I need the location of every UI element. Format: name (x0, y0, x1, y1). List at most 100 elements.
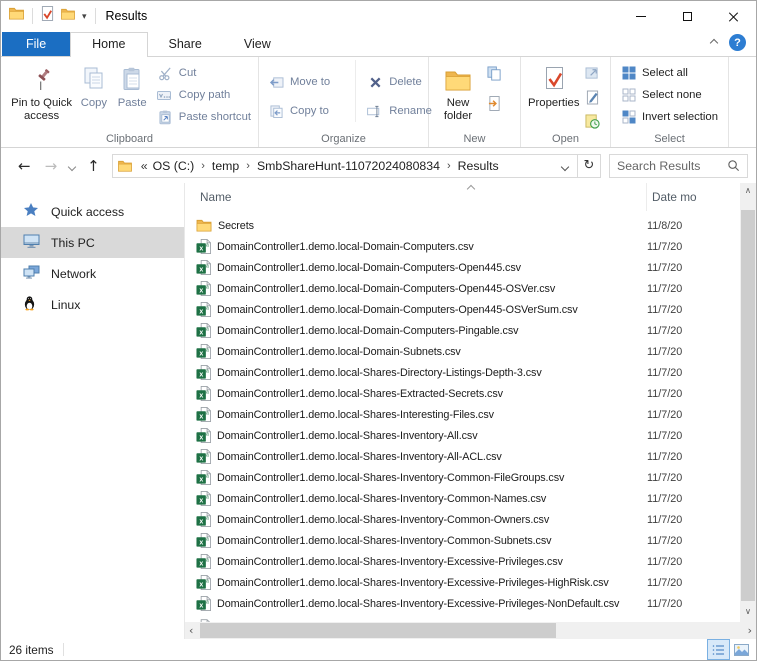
tab-file[interactable]: File (2, 32, 70, 56)
paste-shortcut-button[interactable]: Paste shortcut (155, 106, 253, 128)
svg-text:x: x (199, 371, 203, 378)
file-row[interactable]: ax DomainController1.demo.local-Domain-C… (185, 257, 740, 278)
file-row[interactable]: ax DomainController1.demo.local-Domain-C… (185, 299, 740, 320)
file-row[interactable]: ax DomainController1.demo.local-Shares-E… (185, 383, 740, 404)
minimize-button[interactable] (618, 1, 664, 31)
address-dropdown-icon[interactable] (553, 159, 577, 173)
file-row[interactable]: ax DomainController1.demo.local-Domain-S… (185, 341, 740, 362)
easy-access-button[interactable] (484, 92, 518, 114)
pin-to-quick-access-button[interactable]: Pin to Quick access (8, 60, 75, 123)
ribbon-group-select: Select all Select none Invert selection … (611, 57, 729, 147)
file-name: DomainController1.demo.local-Shares-Inve… (217, 493, 546, 505)
breadcrumb-segment[interactable]: OS (C:) (152, 159, 196, 173)
scroll-down-icon[interactable]: ∨ (740, 604, 756, 620)
search-box (609, 154, 748, 178)
column-header-date[interactable]: Date mo (647, 183, 740, 211)
details-view-button[interactable] (708, 640, 729, 659)
file-name: DomainController1.demo.local-Domain-Comp… (217, 262, 521, 274)
rename-button[interactable]: Rename (365, 100, 437, 122)
file-date: 11/7/20 (647, 304, 740, 316)
select-all-button[interactable]: Select all (618, 62, 720, 84)
file-row[interactable]: ax DomainController1.demo.local-Shares-I… (185, 509, 740, 530)
file-date: 11/7/20 (647, 472, 740, 484)
file-row[interactable]: ax DomainController1.demo.local-Shares-I… (185, 551, 740, 572)
tab-share[interactable]: Share (148, 33, 223, 56)
file-row[interactable]: ax DomainController1.demo.local-Domain-C… (185, 236, 740, 257)
csv-file-icon: ax (196, 449, 211, 464)
file-row[interactable]: Secrets 11/8/20 (185, 215, 740, 236)
file-row[interactable]: ax DomainController1.demo.local-Domain-C… (185, 320, 740, 341)
breadcrumb[interactable]: « OS (C:) › temp › SmbShareHunt-11072024… (112, 154, 578, 178)
vertical-scrollbar[interactable]: ∧ ∨ (740, 183, 756, 622)
column-header-name[interactable]: Name (185, 183, 647, 211)
recent-locations-icon[interactable] (64, 159, 80, 173)
breadcrumb-segment[interactable]: SmbShareHunt-11072024080834 (256, 159, 441, 173)
tab-home[interactable]: Home (70, 32, 147, 57)
new-folder-button[interactable]: New folder (436, 60, 480, 123)
scroll-up-icon[interactable]: ∧ (740, 183, 756, 199)
sidebar-item[interactable]: This PC (1, 227, 184, 258)
csv-file-icon: ax (196, 260, 211, 275)
breadcrumb-segment[interactable]: temp (211, 159, 240, 173)
file-row[interactable]: ax DomainController1.demo.local-Shares-I… (185, 593, 740, 614)
qat-new-folder-icon[interactable] (61, 7, 75, 25)
refresh-button[interactable]: ↻ (578, 154, 601, 178)
horizontal-scrollbar[interactable]: ‹ › (185, 622, 756, 639)
status-bar: 26 items (1, 639, 756, 660)
sidebar-item[interactable]: Quick access (1, 196, 184, 227)
ribbon-group-clipboard: Pin to Quick access Copy Paste (1, 57, 259, 147)
help-button[interactable]: ? (729, 34, 746, 51)
back-button[interactable]: ← (11, 157, 38, 175)
breadcrumb-overflow-icon[interactable]: « (135, 159, 152, 173)
up-button[interactable]: ↑ (80, 157, 107, 175)
file-row[interactable]: ax DomainController1.demo.local-Shares-I… (185, 530, 740, 551)
breadcrumb-chevron-icon[interactable]: › (195, 160, 211, 172)
maximize-button[interactable] (664, 1, 710, 31)
file-name: DomainController1.demo.local-Shares-Inve… (217, 514, 549, 526)
file-row[interactable]: ax DomainController1.demo.local-Shares-I… (185, 404, 740, 425)
horizontal-scrollbar-thumb[interactable] (200, 623, 556, 638)
file-row[interactable]: ax DomainController1.demo.local-Shares-I… (185, 467, 740, 488)
scroll-right-icon[interactable]: › (748, 624, 752, 637)
search-icon[interactable] (727, 159, 740, 172)
properties-button[interactable]: Properties (528, 60, 580, 112)
scroll-left-icon[interactable]: ‹ (189, 624, 193, 637)
file-row[interactable]: ax DomainController1.demo.local-Shares-I… (185, 425, 740, 446)
move-to-button[interactable]: Move to (266, 71, 345, 93)
breadcrumb-segment[interactable]: Results (457, 159, 500, 173)
large-icons-view-button[interactable] (731, 640, 752, 659)
search-input[interactable] (617, 159, 727, 173)
collapse-ribbon-icon[interactable] (710, 38, 718, 46)
forward-button[interactable]: → (38, 157, 65, 175)
cut-button[interactable]: Cut (155, 62, 253, 84)
properties-label: Properties (528, 97, 580, 110)
qat-customize-dropdown-icon[interactable]: ▾ (82, 11, 87, 22)
close-button[interactable] (710, 1, 756, 31)
select-none-button[interactable]: Select none (618, 84, 720, 106)
file-row[interactable]: ax DomainController1.demo.local-Shares-I… (185, 488, 740, 509)
sidebar-item-label: This PC (51, 236, 95, 250)
file-row[interactable]: ax DomainController1.demo.local-Shares-I… (185, 572, 740, 593)
sidebar-item[interactable]: Network (1, 258, 184, 289)
copy-to-button[interactable]: Copy to (266, 100, 345, 122)
copy-path-button[interactable]: Copy path (155, 84, 253, 106)
delete-button[interactable]: Delete (365, 71, 437, 93)
copy-button[interactable]: Copy (75, 60, 112, 110)
qat-properties-icon[interactable] (41, 6, 54, 26)
ribbon-group-open: Properties (521, 57, 611, 147)
file-date: 11/7/20 (647, 514, 740, 526)
new-item-button[interactable] (484, 62, 518, 84)
sidebar-item[interactable]: Linux (1, 289, 184, 320)
svg-text:a: a (206, 558, 209, 564)
item-count: 26 items (9, 643, 54, 657)
file-row-partial[interactable] (185, 614, 740, 622)
file-row[interactable]: ax DomainController1.demo.local-Shares-I… (185, 446, 740, 467)
vertical-scrollbar-thumb[interactable] (741, 210, 755, 601)
breadcrumb-chevron-icon[interactable]: › (441, 160, 457, 172)
file-row[interactable]: ax DomainController1.demo.local-Domain-C… (185, 278, 740, 299)
invert-selection-button[interactable]: Invert selection (618, 106, 720, 128)
tab-view[interactable]: View (223, 33, 292, 56)
file-row[interactable]: ax DomainController1.demo.local-Shares-D… (185, 362, 740, 383)
breadcrumb-chevron-icon[interactable]: › (240, 160, 256, 172)
paste-button[interactable]: Paste (113, 60, 152, 110)
